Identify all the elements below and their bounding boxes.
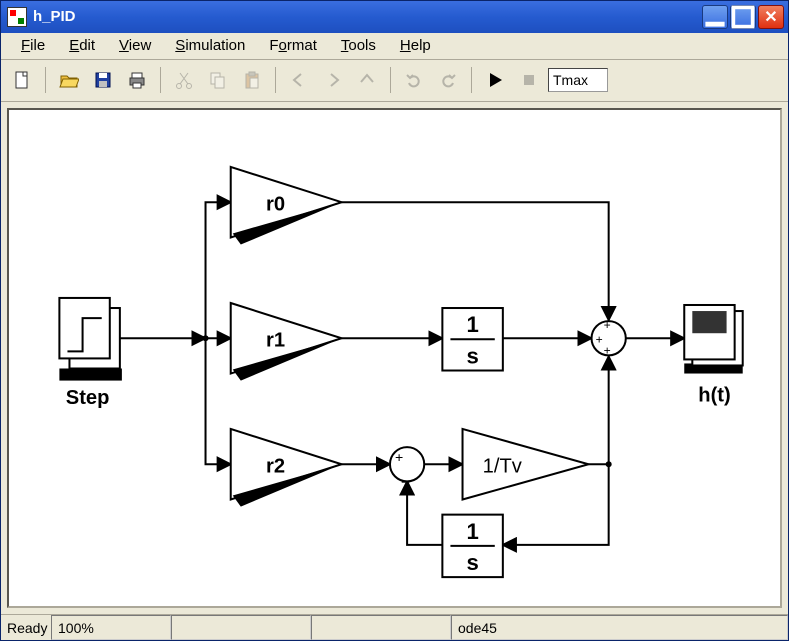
- model-canvas[interactable]: Step r0 r1 r2: [7, 108, 782, 609]
- paste-button[interactable]: [237, 65, 267, 95]
- close-button[interactable]: ✕: [758, 5, 784, 29]
- up-button[interactable]: [352, 65, 382, 95]
- menu-file[interactable]: Filedocument.currentScript.previousEleme…: [9, 35, 57, 56]
- block-integrator-1[interactable]: 1 s: [442, 308, 502, 370]
- block-gain-r2[interactable]: r2: [231, 429, 342, 507]
- app-window: h_PID ✕ Filedocument.currentScript.previ…: [0, 0, 789, 641]
- block-gain-r0[interactable]: r0: [231, 166, 342, 244]
- menu-view[interactable]: View: [107, 35, 163, 56]
- status-cell-3: [311, 615, 451, 640]
- undo-button[interactable]: [399, 65, 429, 95]
- gain-r1-label: r1: [266, 329, 285, 351]
- minimize-button[interactable]: [702, 5, 728, 29]
- titlebar: h_PID ✕: [1, 1, 788, 33]
- svg-text:+: +: [395, 449, 403, 465]
- gain-r0-label: r0: [266, 193, 285, 215]
- svg-text:−: −: [401, 473, 410, 491]
- menubar: Filedocument.currentScript.previousEleme…: [1, 33, 788, 61]
- sim-stop-time-field[interactable]: Tmax: [548, 68, 608, 92]
- svg-text:+: +: [596, 332, 603, 346]
- svg-text:s: s: [466, 343, 478, 368]
- menu-help[interactable]: Help: [388, 35, 443, 56]
- block-gain-1tv[interactable]: 1/Tv: [463, 429, 589, 500]
- stop-button[interactable]: [514, 65, 544, 95]
- svg-text:s: s: [466, 550, 478, 575]
- menu-tools[interactable]: Tools: [329, 35, 388, 56]
- open-button[interactable]: [54, 65, 84, 95]
- diagram-svg: Step r0 r1 r2: [9, 110, 780, 607]
- svg-text:1: 1: [466, 518, 478, 543]
- app-icon: [7, 7, 27, 27]
- toolbar: Tmax: [1, 60, 788, 101]
- block-scope[interactable]: h(t): [684, 305, 742, 407]
- cut-button[interactable]: [169, 65, 199, 95]
- status-solver: ode45: [451, 615, 788, 640]
- block-step[interactable]: Step: [59, 297, 121, 408]
- run-button[interactable]: [480, 65, 510, 95]
- block-subtract[interactable]: + −: [390, 447, 424, 491]
- copy-button[interactable]: [203, 65, 233, 95]
- svg-text:1: 1: [466, 312, 478, 337]
- status-progress: 100%: [51, 615, 171, 640]
- back-button[interactable]: [284, 65, 314, 95]
- window-title: h_PID: [33, 8, 702, 25]
- maximize-button[interactable]: [730, 5, 756, 29]
- save-button[interactable]: [88, 65, 118, 95]
- block-sum[interactable]: + + +: [592, 318, 626, 357]
- block-gain-r1[interactable]: r1: [231, 303, 342, 381]
- forward-button[interactable]: [318, 65, 348, 95]
- redo-button[interactable]: [433, 65, 463, 95]
- scope-label: h(t): [698, 384, 730, 406]
- svg-text:+: +: [604, 318, 611, 332]
- print-button[interactable]: [122, 65, 152, 95]
- gain-1tv-label: 1/Tv: [483, 455, 522, 477]
- svg-text:+: +: [604, 343, 611, 357]
- step-label: Step: [66, 386, 110, 408]
- status-ready-label: Ready: [1, 615, 51, 640]
- menu-format[interactable]: Format: [257, 35, 329, 56]
- menu-simulation[interactable]: Simulation: [163, 35, 257, 56]
- new-button[interactable]: [7, 65, 37, 95]
- statusbar: Ready 100% ode45: [1, 614, 788, 640]
- gain-r2-label: r2: [266, 455, 285, 477]
- menu-edit[interactable]: Edit: [57, 35, 107, 56]
- block-integrator-2[interactable]: 1 s: [442, 514, 502, 576]
- status-cell-2: [171, 615, 311, 640]
